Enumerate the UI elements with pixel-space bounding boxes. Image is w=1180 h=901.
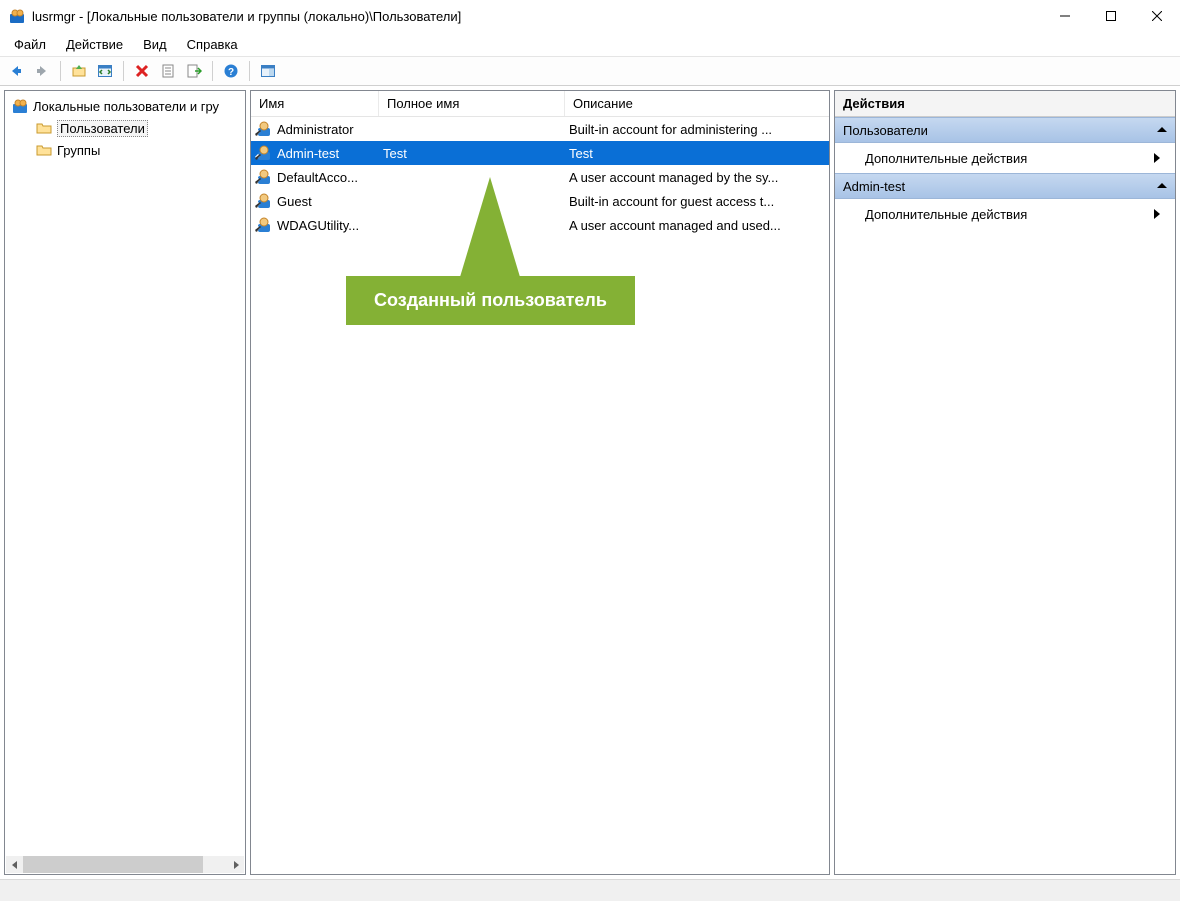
folder-icon xyxy=(35,141,53,159)
delete-button[interactable] xyxy=(130,59,154,83)
scroll-left-button[interactable] xyxy=(6,856,23,873)
toolbar-separator xyxy=(60,61,61,81)
chevron-right-icon xyxy=(1149,209,1165,219)
collapse-icon xyxy=(1157,125,1167,135)
callout-text: Созданный пользователь xyxy=(346,276,635,325)
tree-pane: Локальные пользователи и гру Пользовател… xyxy=(4,90,246,875)
statusbar xyxy=(0,879,1180,901)
cell-fullname xyxy=(379,165,565,189)
column-header-fullname[interactable]: Полное имя xyxy=(379,91,565,116)
toolbar-separator xyxy=(212,61,213,81)
cell-desc: Built-in account for administering ... xyxy=(565,117,829,141)
scroll-right-button[interactable] xyxy=(227,856,244,873)
window-controls xyxy=(1042,0,1180,32)
user-icon xyxy=(255,120,273,138)
toolbar-separator xyxy=(123,61,124,81)
minimize-button[interactable] xyxy=(1042,0,1088,32)
cell-name: Admin-test xyxy=(251,141,379,165)
cell-fullname: Test xyxy=(379,141,565,165)
export-list-button[interactable] xyxy=(182,59,206,83)
cell-name: DefaultAcco... xyxy=(251,165,379,189)
cell-desc: Test xyxy=(565,141,829,165)
user-name: Guest xyxy=(277,194,312,209)
menubar: Файл Действие Вид Справка xyxy=(0,32,1180,56)
up-folder-button[interactable] xyxy=(67,59,91,83)
cell-desc: Built-in account for guest access t... xyxy=(565,189,829,213)
user-name: WDAGUtility... xyxy=(277,218,359,233)
user-name: Administrator xyxy=(277,122,354,137)
users-groups-icon xyxy=(11,97,29,115)
help-button[interactable]: ? xyxy=(219,59,243,83)
tree-node-users[interactable]: Пользователи xyxy=(5,117,245,139)
svg-text:?: ? xyxy=(228,67,234,78)
actions-pane: Действия Пользователи Дополнительные дей… xyxy=(834,90,1176,875)
actions-section-users-label: Пользователи xyxy=(843,123,1157,138)
column-header-desc[interactable]: Описание xyxy=(565,91,829,116)
menu-view[interactable]: Вид xyxy=(133,32,177,56)
user-row[interactable]: Admin-test TestTest xyxy=(251,141,829,165)
cell-name: Administrator xyxy=(251,117,379,141)
list-body: Administrator Built-in account for admini… xyxy=(251,117,829,874)
actions-link-more-selected[interactable]: Дополнительные действия xyxy=(835,199,1175,229)
user-name: DefaultAcco... xyxy=(277,170,358,185)
scroll-thumb[interactable] xyxy=(23,856,203,873)
cell-desc: A user account managed and used... xyxy=(565,213,829,237)
forward-button[interactable] xyxy=(30,59,54,83)
actions-section-selected[interactable]: Admin-test xyxy=(835,173,1175,199)
window-titlebar: lusrmgr - [Локальные пользователи и груп… xyxy=(0,0,1180,32)
menu-help[interactable]: Справка xyxy=(177,32,248,56)
show-hide-tree-button[interactable] xyxy=(93,59,117,83)
list-pane: Имя Полное имя Описание Administrator Bui… xyxy=(250,90,830,875)
column-header-name[interactable]: Имя xyxy=(251,91,379,116)
actions-link-label: Дополнительные действия xyxy=(865,151,1027,166)
tree-users-label: Пользователи xyxy=(57,120,148,137)
cell-fullname xyxy=(379,213,565,237)
show-hide-actions-button[interactable] xyxy=(256,59,280,83)
folder-icon xyxy=(35,119,53,137)
user-icon xyxy=(255,168,273,186)
user-icon xyxy=(255,216,273,234)
user-row[interactable]: Guest Built-in account for guest access t… xyxy=(251,189,829,213)
back-button[interactable] xyxy=(4,59,28,83)
actions-section-selected-label: Admin-test xyxy=(843,179,1157,194)
close-button[interactable] xyxy=(1134,0,1180,32)
user-row[interactable]: DefaultAcco... A user account managed by … xyxy=(251,165,829,189)
app-icon xyxy=(8,7,26,25)
actions-link-more-users[interactable]: Дополнительные действия xyxy=(835,143,1175,173)
menu-action[interactable]: Действие xyxy=(56,32,133,56)
user-icon xyxy=(255,192,273,210)
list-header: Имя Полное имя Описание xyxy=(251,91,829,117)
user-name: Admin-test xyxy=(277,146,339,161)
properties-button[interactable] xyxy=(156,59,180,83)
maximize-button[interactable] xyxy=(1088,0,1134,32)
actions-link-label: Дополнительные действия xyxy=(865,207,1027,222)
cell-name: WDAGUtility... xyxy=(251,213,379,237)
actions-section-users[interactable]: Пользователи xyxy=(835,117,1175,143)
menu-file[interactable]: Файл xyxy=(4,32,56,56)
toolbar: ? xyxy=(0,56,1180,86)
collapse-icon xyxy=(1157,181,1167,191)
chevron-right-icon xyxy=(1149,153,1165,163)
tree-groups-label: Группы xyxy=(57,143,100,158)
tree-root-label: Локальные пользователи и гру xyxy=(33,99,219,114)
cell-fullname xyxy=(379,117,565,141)
workspace: Локальные пользователи и гру Пользовател… xyxy=(0,86,1180,879)
tree-node-groups[interactable]: Группы xyxy=(5,139,245,161)
user-row[interactable]: Administrator Built-in account for admini… xyxy=(251,117,829,141)
window-title: lusrmgr - [Локальные пользователи и груп… xyxy=(32,9,1042,24)
cell-desc: A user account managed by the sy... xyxy=(565,165,829,189)
cell-name: Guest xyxy=(251,189,379,213)
user-row[interactable]: WDAGUtility... A user account managed and… xyxy=(251,213,829,237)
tree-root[interactable]: Локальные пользователи и гру xyxy=(5,95,245,117)
tree: Локальные пользователи и гру Пользовател… xyxy=(5,91,245,874)
toolbar-separator xyxy=(249,61,250,81)
cell-fullname xyxy=(379,189,565,213)
user-icon xyxy=(255,144,273,162)
tree-horizontal-scrollbar[interactable] xyxy=(6,856,244,873)
actions-pane-title: Действия xyxy=(835,91,1175,117)
